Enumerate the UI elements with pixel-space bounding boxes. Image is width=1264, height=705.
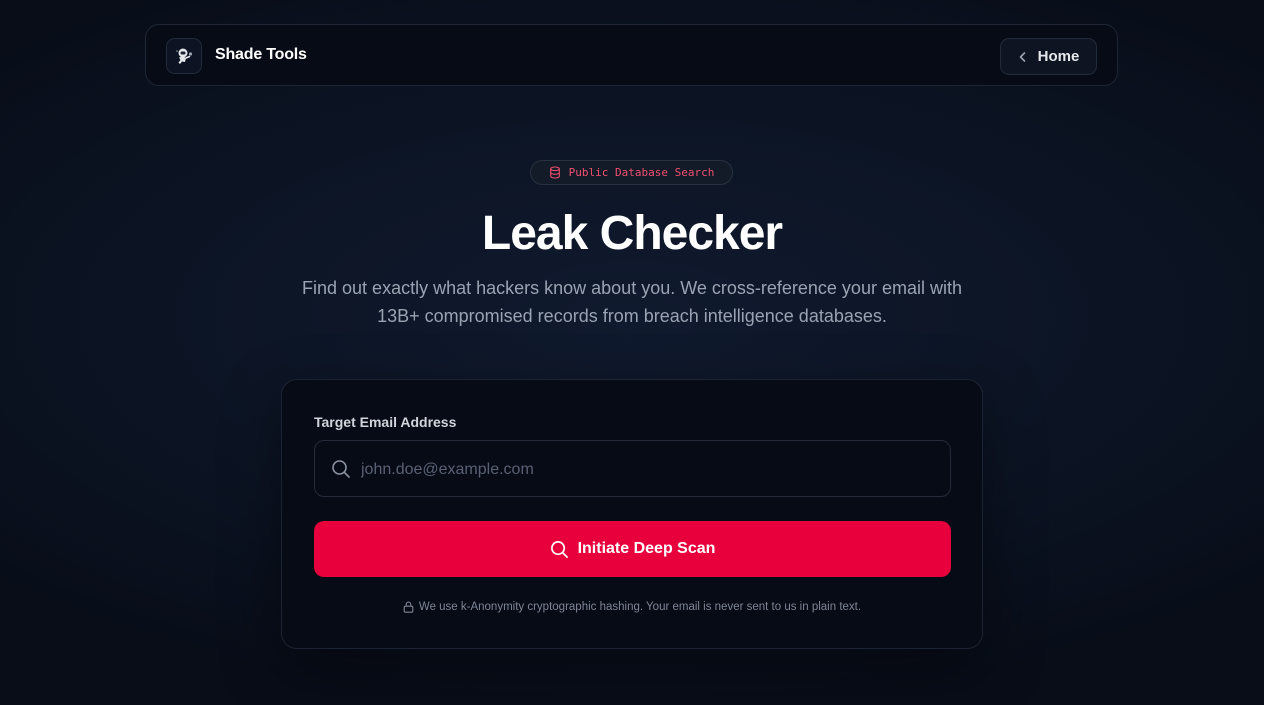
astronaut-icon	[176, 48, 193, 64]
privacy-note-text: We use k-Anonymity cryptographic hashing…	[418, 601, 862, 613]
database-icon	[549, 166, 560, 179]
home-button[interactable]: Home	[1000, 38, 1097, 75]
page-subtitle: Find out exactly what hackers know about…	[302, 278, 962, 326]
brand-name[interactable]: Shade Tools	[215, 46, 307, 64]
email-input[interactable]	[359, 441, 943, 498]
lock-icon	[403, 601, 414, 613]
public-database-badge: Public Database Search	[530, 160, 733, 185]
badge-label: Public Database Search	[568, 166, 715, 179]
logo[interactable]	[166, 38, 202, 74]
search-icon	[332, 460, 350, 478]
search-icon	[550, 540, 568, 558]
page-title: Leak Checker	[481, 207, 783, 260]
top-navbar: Shade Tools Home	[145, 24, 1118, 86]
scan-form-card: Target Email Address Initiate Deep Scan …	[281, 379, 983, 649]
privacy-note: We use k-Anonymity cryptographic hashing…	[282, 601, 982, 613]
page: Shade Tools Home Public Database Search …	[0, 0, 1264, 705]
chevron-left-icon	[1019, 51, 1025, 62]
email-field-label: Target Email Address	[314, 414, 457, 430]
scan-button-label: Initiate Deep Scan	[577, 540, 716, 557]
home-button-label: Home	[1037, 48, 1080, 65]
initiate-deep-scan-button[interactable]: Initiate Deep Scan	[314, 521, 951, 577]
email-field-wrapper[interactable]	[314, 440, 951, 498]
